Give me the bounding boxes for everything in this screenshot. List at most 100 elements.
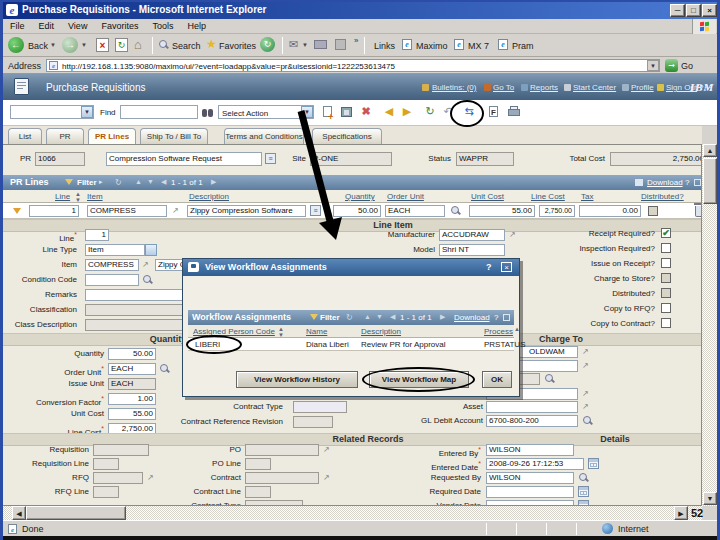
tab-specifications[interactable]: Specifications bbox=[312, 128, 382, 144]
receipt-required-checkbox[interactable]: ✔ bbox=[661, 228, 671, 238]
col-quantity[interactable]: Quantity bbox=[345, 192, 375, 201]
charge-to-detail-icon[interactable]: ↗ bbox=[582, 347, 589, 357]
menu-file[interactable]: File bbox=[10, 21, 25, 31]
condition-code-field[interactable] bbox=[85, 274, 139, 286]
col-order-unit[interactable]: Order Unit bbox=[387, 192, 424, 201]
conversion-factor-field[interactable]: 1.00 bbox=[108, 393, 156, 405]
previous-record-icon[interactable]: ◀ bbox=[381, 104, 397, 120]
select-action-combo[interactable]: Select Action ▼ bbox=[218, 105, 314, 119]
horizontal-scrollbar[interactable]: ◀ ▶ bbox=[2, 506, 702, 520]
pr-description-field[interactable]: Compression Software Request bbox=[106, 152, 262, 166]
condition-code-select-icon[interactable] bbox=[142, 274, 153, 285]
find-input[interactable] bbox=[120, 105, 198, 119]
download-link[interactable]: Download bbox=[647, 178, 683, 187]
site-field[interactable]: P-ONE bbox=[310, 152, 392, 166]
entered-by-field[interactable]: WILSON bbox=[486, 444, 574, 456]
pr-field[interactable]: 1066 bbox=[35, 152, 85, 166]
dialog-help-icon[interactable]: ? bbox=[486, 262, 492, 272]
view-workflow-history-button[interactable]: View Workflow History bbox=[236, 371, 358, 388]
manufacturer-field[interactable]: ACCUDRAW bbox=[439, 229, 505, 241]
col-tax[interactable]: Tax bbox=[581, 192, 593, 201]
entered-date-field[interactable]: 2008-09-26 17:12:53 bbox=[486, 458, 584, 470]
next-row-icon[interactable]: ▶ bbox=[211, 178, 216, 186]
contract-detail-icon[interactable]: ↗ bbox=[323, 473, 330, 483]
copy-to-contract-checkbox[interactable] bbox=[661, 318, 671, 328]
banner-link-goto[interactable]: Go To bbox=[493, 83, 514, 92]
dialog-title-bar[interactable]: View Workflow Assignments ? × bbox=[183, 259, 519, 276]
total-cost-field[interactable]: 2,750.00 bbox=[610, 152, 702, 166]
long-description-icon[interactable]: ≡ bbox=[265, 153, 276, 164]
row-tax-field[interactable]: 0.00 bbox=[579, 205, 641, 217]
address-dropdown-icon[interactable]: ▼ bbox=[647, 60, 659, 71]
dialog-download-link[interactable]: Download bbox=[454, 313, 490, 322]
row-expand-icon[interactable] bbox=[13, 208, 21, 214]
rfq-line-field[interactable] bbox=[93, 486, 119, 498]
copy-to-rfq-checkbox[interactable] bbox=[661, 303, 671, 313]
search-icon[interactable] bbox=[158, 39, 169, 50]
row-order-unit-field[interactable]: EACH bbox=[385, 205, 445, 217]
download-icon[interactable] bbox=[635, 179, 643, 186]
table-help-icon[interactable]: ? bbox=[685, 178, 689, 187]
item-detail-icon[interactable]: ↗ bbox=[172, 206, 179, 216]
quantity-field[interactable]: 50.00 bbox=[108, 348, 156, 360]
toolbar-overflow-chevron-icon[interactable]: » bbox=[354, 36, 358, 45]
delete-row-icon[interactable] bbox=[695, 206, 702, 217]
requested-by-select-icon[interactable] bbox=[578, 472, 589, 483]
banner-link-bulletins[interactable]: Bulletins: (0) bbox=[432, 83, 476, 92]
manufacturer-detail-icon[interactable]: ↗ bbox=[509, 230, 516, 240]
forward-dropdown-icon[interactable]: ▼ bbox=[81, 42, 87, 48]
filter-expand-icon[interactable]: ▸ bbox=[99, 178, 103, 186]
line-type-dropdown-icon[interactable] bbox=[145, 244, 157, 256]
ok-button[interactable]: OK bbox=[482, 371, 512, 388]
tab-ship-to-bill-to[interactable]: Ship To / Bill To bbox=[140, 128, 208, 144]
tab-list[interactable]: List bbox=[8, 128, 42, 144]
edit-icon[interactable] bbox=[335, 39, 346, 50]
charge-to-store-checkbox[interactable] bbox=[661, 273, 671, 283]
po-field[interactable] bbox=[245, 444, 319, 456]
col-line[interactable]: Line bbox=[55, 192, 70, 201]
table-collapse-icon[interactable] bbox=[694, 179, 701, 186]
class-description-field[interactable] bbox=[85, 319, 185, 331]
order-unit-field[interactable]: EACH bbox=[108, 363, 156, 375]
contract-line-field[interactable] bbox=[245, 486, 271, 498]
dialog-filter-label[interactable]: Filter bbox=[320, 313, 340, 322]
gl-debit-account-field[interactable]: 6700-800-200 bbox=[486, 415, 578, 427]
favorites-icon[interactable]: ★ bbox=[206, 37, 217, 51]
binoculars-icon[interactable] bbox=[202, 107, 214, 117]
item-description-field[interactable]: Zippy Compression Software bbox=[155, 259, 185, 271]
contract-type-field[interactable] bbox=[293, 401, 347, 413]
prev-page-icon[interactable]: ▲ bbox=[135, 178, 142, 185]
dialog-collapse-icon[interactable] bbox=[503, 314, 510, 321]
row-line-cost-field[interactable]: 2,750.00 bbox=[539, 205, 575, 217]
menu-tools[interactable]: Tools bbox=[152, 21, 173, 31]
order-unit-select-icon[interactable] bbox=[450, 205, 461, 216]
menu-help[interactable]: Help bbox=[187, 21, 206, 31]
contract-field[interactable] bbox=[245, 472, 319, 484]
record-combo[interactable]: ▼ bbox=[10, 105, 94, 119]
dialog-col-name[interactable]: Name bbox=[306, 327, 327, 336]
history-icon[interactable]: ↻ bbox=[260, 37, 275, 52]
horizontal-scroll-thumb[interactable] bbox=[26, 506, 126, 520]
next-page-icon[interactable]: ▼ bbox=[147, 178, 154, 185]
col-line-cost[interactable]: Line Cost bbox=[531, 192, 565, 201]
delete-icon[interactable]: ✖ bbox=[358, 104, 374, 120]
search-label[interactable]: Search bbox=[172, 41, 201, 51]
charge-to-detail-icon[interactable]: ↗ bbox=[582, 389, 589, 399]
requested-by-field[interactable]: WILSON bbox=[486, 472, 574, 484]
print-report-icon[interactable] bbox=[506, 104, 522, 120]
banner-link-start-center[interactable]: Start Center bbox=[573, 83, 616, 92]
row-distributed-checkbox[interactable] bbox=[648, 206, 658, 216]
item-field[interactable]: COMPRESS bbox=[85, 259, 139, 271]
link-mx7[interactable]: MX 7 bbox=[468, 41, 489, 51]
issue-unit-field[interactable]: EACH bbox=[108, 378, 156, 390]
vertical-scroll-thumb[interactable] bbox=[703, 158, 717, 204]
charge-to-select-icon[interactable] bbox=[544, 373, 555, 384]
mail-icon[interactable]: ✉ bbox=[289, 38, 298, 51]
dialog-filter-icon[interactable] bbox=[310, 314, 318, 320]
scroll-left-icon[interactable]: ◀ bbox=[12, 506, 26, 520]
filter-label[interactable]: Filter bbox=[77, 178, 97, 187]
home-icon[interactable]: ⌂ bbox=[134, 37, 142, 52]
dialog-next-icon[interactable]: ▶ bbox=[440, 313, 445, 321]
scroll-down-icon[interactable]: ▼ bbox=[703, 492, 717, 505]
tab-pr-lines[interactable]: PR Lines bbox=[88, 128, 136, 144]
